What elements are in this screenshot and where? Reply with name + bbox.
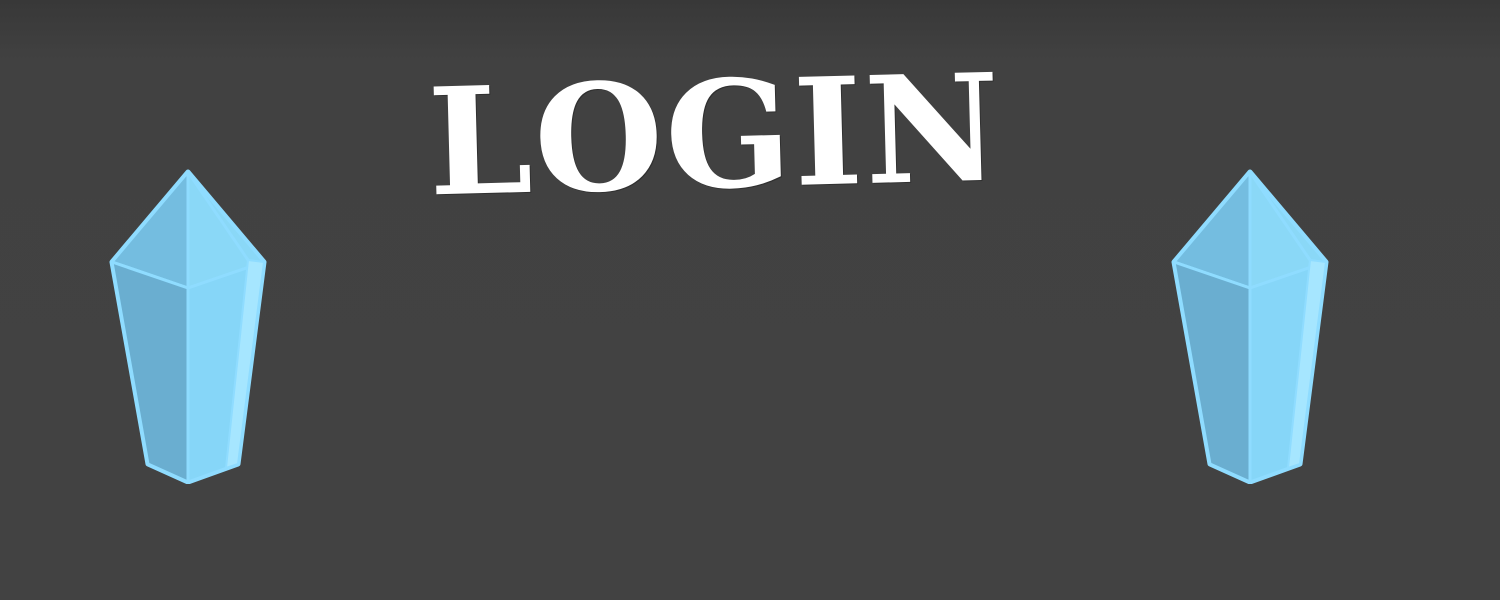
crystal-icon [109, 169, 267, 484]
crystal-icon [1171, 169, 1329, 484]
left-crystal-icon [108, 168, 268, 484]
login-title: LOGIN [425, 40, 1005, 230]
right-crystal-icon [1170, 168, 1330, 484]
login-screen: LOGIN [0, 0, 1500, 600]
